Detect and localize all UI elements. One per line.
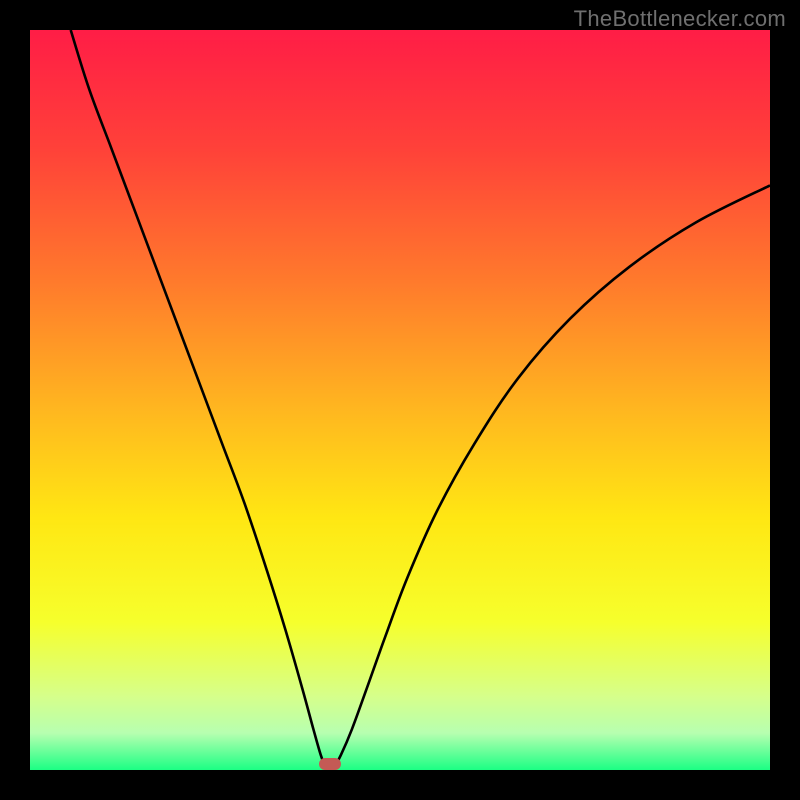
curve-right [333, 185, 770, 768]
watermark-label: TheBottlenecker.com [574, 6, 786, 32]
curve-layer [30, 30, 770, 770]
chart-frame: TheBottlenecker.com [0, 0, 800, 800]
optimal-point-marker [319, 758, 341, 770]
curve-left [71, 30, 326, 769]
plot-area [30, 30, 770, 770]
